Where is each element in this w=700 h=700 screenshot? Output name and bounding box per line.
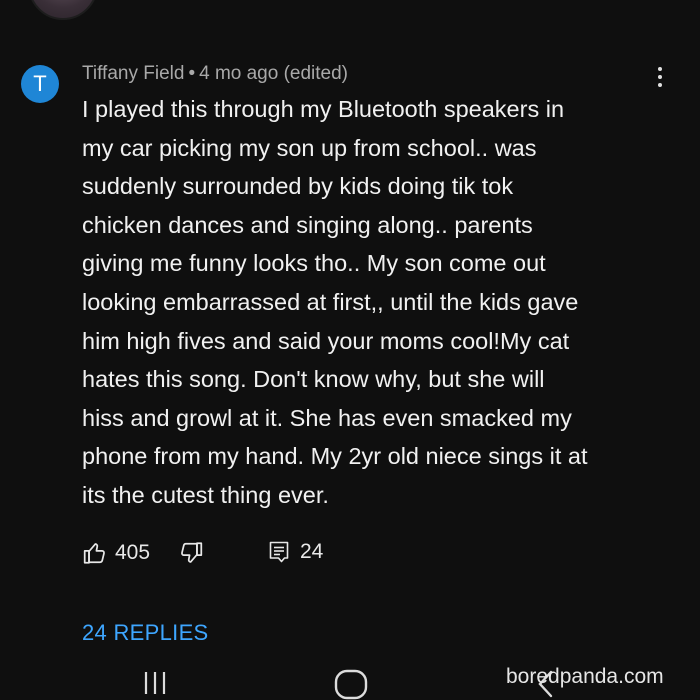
comment-line: I played this through my Bluetooth speak…: [82, 96, 565, 122]
recents-icon[interactable]: [141, 668, 169, 700]
comment-meta: Tiffany Field • 4 mo ago (edited): [82, 63, 348, 85]
reply-count: 24: [300, 540, 324, 563]
comment-text: I played this through my Bluetooth speak…: [82, 90, 652, 515]
comment-line: hates this song. Don't know why, but she…: [82, 366, 545, 393]
home-icon[interactable]: [333, 666, 369, 700]
reply-button[interactable]: 24: [268, 540, 323, 564]
previous-comment-avatar[interactable]: [28, 0, 98, 20]
avatar[interactable]: T: [21, 65, 59, 103]
thumbs-up-icon: [83, 543, 105, 564]
comment-line: looking embarrassed at first,, until the…: [82, 288, 579, 315]
comment-line: its the cutest thing ever.: [82, 481, 329, 508]
author-name[interactable]: Tiffany Field: [82, 63, 184, 84]
comment-line: phone from my hand. My 2yr old niece sin…: [82, 443, 588, 470]
comment-line: my car picking my son up from school.. w…: [82, 134, 537, 161]
watermark: boredpanda.com: [506, 665, 664, 688]
thumbs-down-icon: [181, 542, 203, 563]
comment-timestamp: 4 mo ago (edited): [199, 63, 349, 84]
comment-line: hiss and growl at it. She has even smack…: [82, 404, 572, 431]
comment-line: chicken dances and singing along.. paren…: [82, 211, 533, 238]
comment-line: him high fives and said your moms cool!M…: [82, 327, 570, 354]
more-vertical-icon[interactable]: [650, 64, 670, 90]
dislike-button[interactable]: [178, 540, 204, 566]
like-count: 405: [115, 541, 151, 564]
comment-actions: 405 24: [82, 540, 482, 572]
view-replies-button[interactable]: 24 REPLIES: [82, 620, 209, 646]
comment-line: suddenly surrounded by kids doing tik to…: [82, 173, 514, 200]
comment-icon: [269, 541, 289, 563]
comment-line: giving me funny looks tho.. My son come …: [82, 250, 546, 277]
meta-separator: •: [188, 63, 196, 84]
like-button[interactable]: 405: [82, 540, 150, 566]
comment-screen: T Tiffany Field • 4 mo ago (edited) I play…: [0, 0, 700, 700]
